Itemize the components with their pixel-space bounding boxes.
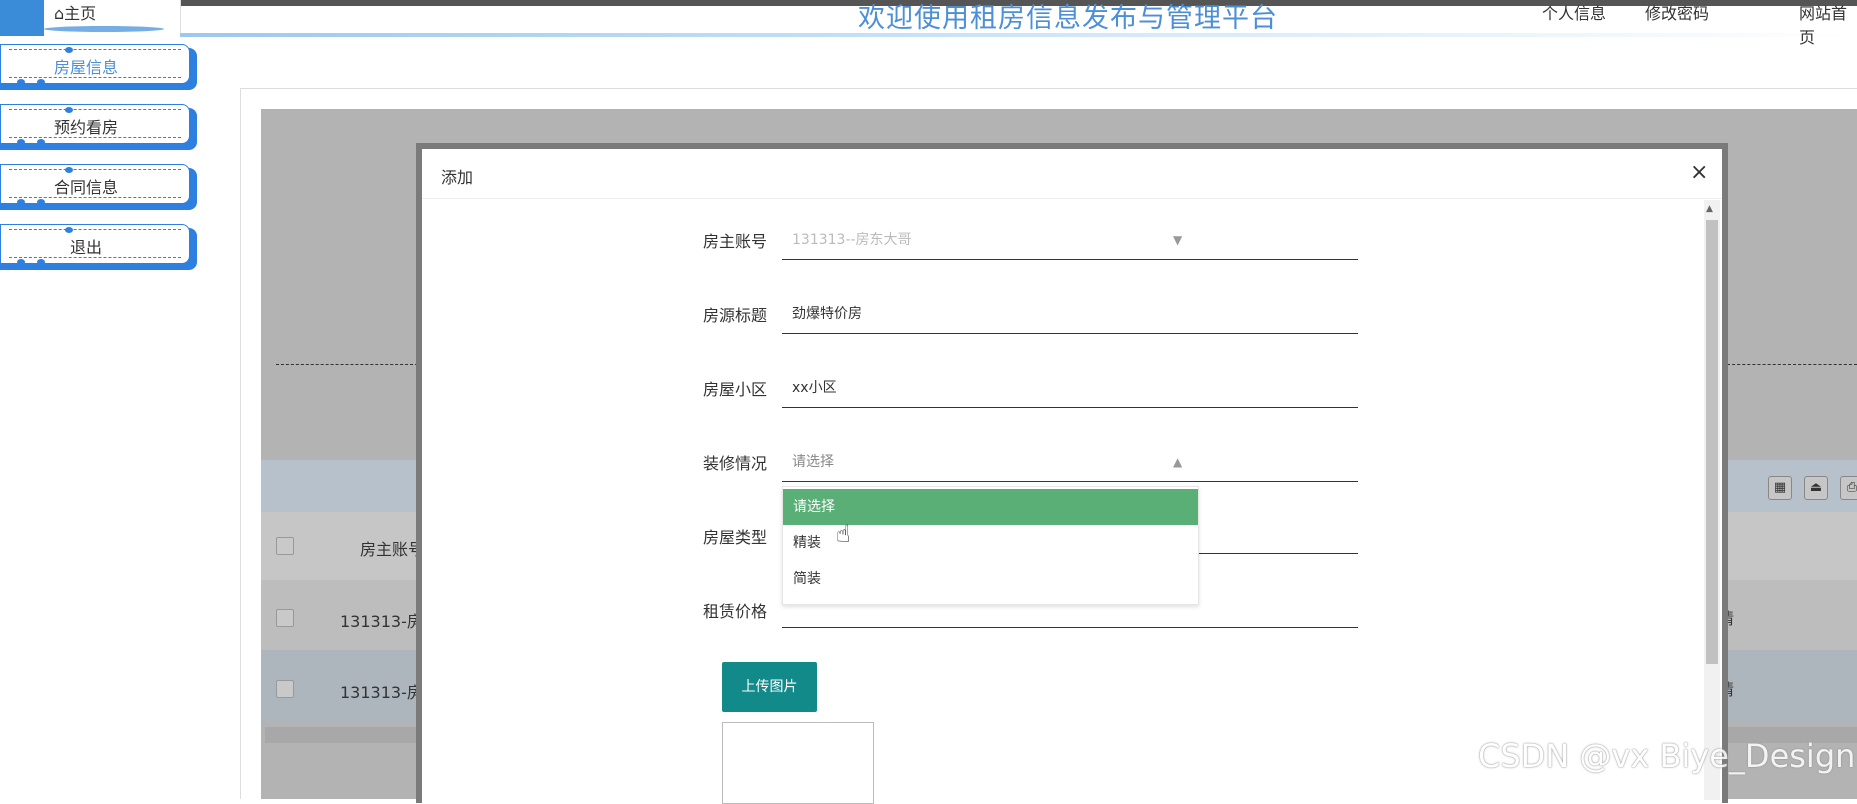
chevron-up-icon: ▲	[1173, 455, 1183, 469]
divider	[276, 364, 418, 365]
upload-image-button[interactable]: 上传图片	[722, 662, 817, 712]
sidebar-item-label: 合同信息	[53, 178, 118, 197]
owner-account-select[interactable]: 131313--房东大哥 ▼	[782, 220, 1358, 260]
community-input[interactable]: xx小区	[782, 368, 1358, 408]
sidebar-item-house-info[interactable]: 房屋信息	[0, 44, 197, 90]
columns-icon[interactable]: ▦	[1768, 476, 1792, 500]
home-wave	[44, 26, 164, 32]
sidebar-item-contract[interactable]: 合同信息	[0, 164, 197, 210]
row-checkbox[interactable]	[276, 609, 294, 627]
nav-change-password-link[interactable]: 修改密码	[1645, 0, 1709, 24]
hand-cursor-icon: ☝	[836, 520, 851, 548]
watermark: CSDN @vx Biye_Design	[1478, 737, 1856, 775]
dropdown-option[interactable]: 简装	[783, 561, 1198, 597]
image-preview	[722, 722, 874, 804]
field-label-community: 房屋小区	[702, 380, 767, 399]
chevron-down-icon: ▼	[1173, 233, 1183, 247]
field-label-owner: 房主账号	[702, 232, 767, 251]
sidebar-item-label: 预约看房	[53, 118, 118, 137]
header-wave	[180, 33, 1857, 37]
nav-site-home-link[interactable]: 网站首页	[1799, 0, 1857, 48]
row-checkbox[interactable]	[276, 680, 294, 698]
dialog-title: 添加	[441, 168, 474, 187]
decoration-select[interactable]: 请选择 ▲	[782, 442, 1358, 482]
field-label-title: 房源标题	[702, 306, 767, 325]
home-accent	[0, 0, 44, 36]
export-icon[interactable]: ⏏	[1804, 476, 1828, 500]
field-label-decoration: 装修情况	[702, 454, 767, 473]
listing-title-input[interactable]: 劲爆特价房	[782, 294, 1358, 334]
home-link[interactable]: ⌂主页	[54, 0, 114, 23]
close-icon[interactable]: ×	[1690, 160, 1708, 185]
page-title: 欢迎使用租房信息发布与管理平台	[858, 3, 1278, 34]
print-icon[interactable]: ⎙	[1840, 476, 1857, 500]
dialog-divider	[422, 198, 1722, 199]
sidebar-item-label: 退出	[69, 238, 102, 257]
field-label-house-type: 房屋类型	[702, 528, 767, 547]
table-header-cell[interactable]: 房主账号	[360, 536, 424, 560]
scroll-up-arrow-icon[interactable]: ▲	[1706, 204, 1713, 214]
divider	[1727, 364, 1857, 365]
sidebar-item-appointment[interactable]: 预约看房	[0, 104, 197, 150]
scrollbar-thumb[interactable]	[1706, 220, 1718, 664]
sidebar-item-label: 房屋信息	[53, 58, 118, 77]
sidebar-item-logout[interactable]: 退出	[0, 224, 197, 270]
nav-profile-link[interactable]: 个人信息	[1542, 0, 1606, 24]
select-all-checkbox[interactable]	[276, 537, 294, 555]
field-label-price: 租赁价格	[702, 602, 767, 621]
